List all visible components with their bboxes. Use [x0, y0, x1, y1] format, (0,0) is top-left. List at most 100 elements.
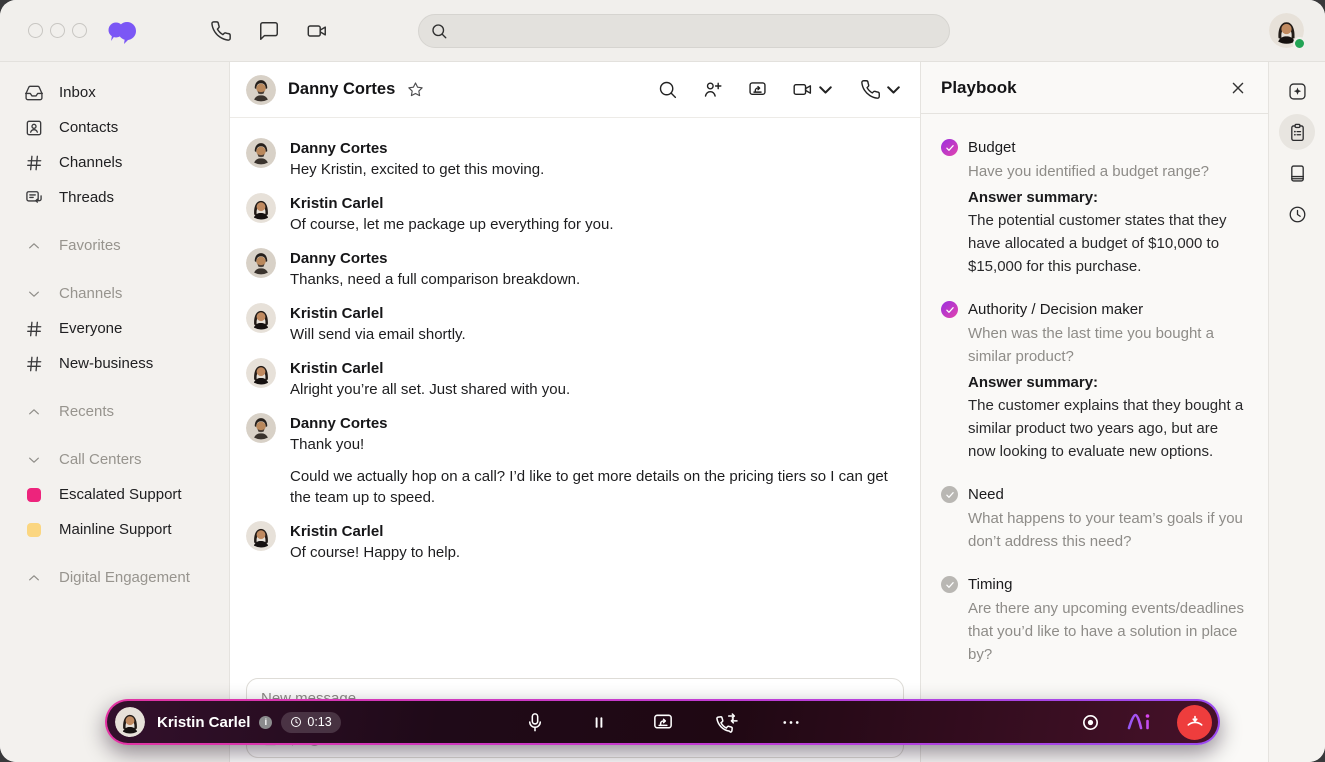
check-circle-icon — [941, 486, 958, 503]
message[interactable]: Danny CortesThanks, need a full comparis… — [246, 248, 904, 290]
call-info-icon[interactable] — [259, 716, 272, 729]
contact-avatar — [246, 75, 276, 105]
message-avatar — [246, 521, 276, 551]
message[interactable]: Danny CortesThank you! Could we actually … — [246, 413, 904, 508]
message-sender: Danny Cortes — [290, 413, 904, 434]
call-participant-name: Kristin Carlel — [157, 714, 250, 731]
sidebar-item-mainline-support[interactable]: Mainline Support — [0, 512, 229, 547]
chevron-down-icon — [26, 452, 42, 468]
message-text: Of course! Happy to help. — [290, 542, 460, 563]
sidebar-section-label: Call Centers — [59, 451, 142, 468]
playbook-item-title: Authority / Decision maker — [968, 299, 1248, 320]
phone-action-icon[interactable] — [860, 79, 904, 100]
phone-transfer-icon[interactable] — [715, 711, 738, 734]
sidebar-item-threads[interactable]: Threads — [0, 180, 229, 215]
playbook-item-need[interactable]: NeedWhat happens to your team’s goals if… — [941, 484, 1248, 553]
playbook-question: When was the last time you bought a simi… — [968, 322, 1248, 368]
sidebar-section-favorites[interactable]: Favorites — [0, 228, 229, 263]
message[interactable]: Kristin CarlelWill send via email shortl… — [246, 303, 904, 345]
message[interactable]: Kristin CarlelAlright you’re all set. Ju… — [246, 358, 904, 400]
window-minimize-button[interactable] — [50, 23, 65, 38]
sidebar-section-digital-engagement[interactable]: Digital Engagement — [0, 560, 229, 595]
sidebar-item-label: New-business — [59, 355, 153, 372]
rail-clock-icon[interactable] — [1279, 196, 1315, 232]
message-avatar — [246, 303, 276, 333]
hash-icon — [24, 153, 44, 173]
search-input[interactable] — [456, 23, 938, 39]
mic-icon[interactable] — [523, 711, 546, 734]
threads-icon — [24, 188, 44, 208]
active-call-bar: Kristin Carlel 0:13 — [105, 699, 1220, 745]
sidebar-item-label: Inbox — [59, 84, 96, 101]
chat-icon[interactable] — [258, 20, 280, 42]
playbook-items: BudgetHave you identified a budget range… — [921, 114, 1268, 687]
sidebar-section-call-centers[interactable]: Call Centers — [0, 442, 229, 477]
answer-summary-text: The potential customer states that they … — [968, 209, 1248, 278]
chevron-down-icon — [26, 286, 42, 302]
sidebar-item-contacts[interactable]: Contacts — [0, 110, 229, 145]
window-controls[interactable] — [28, 23, 87, 38]
sidebar-item-everyone[interactable]: Everyone — [0, 311, 229, 346]
top-bar — [0, 0, 1325, 62]
sidebar-section-label: Recents — [59, 403, 114, 420]
sidebar-item-new-business[interactable]: New-business — [0, 346, 229, 381]
sidebar-item-label: Escalated Support — [59, 486, 182, 503]
phone-icon[interactable] — [210, 20, 232, 42]
message-text: Thanks, need a full comparison breakdown… — [290, 269, 580, 290]
check-circle-icon — [941, 301, 958, 318]
person-add-action-icon[interactable] — [702, 79, 723, 100]
message[interactable]: Kristin CarlelOf course! Happy to help. — [246, 521, 904, 563]
favorite-star-icon[interactable] — [407, 81, 424, 98]
message-sender: Kristin Carlel — [290, 193, 614, 214]
message-text: Thank you! — [290, 434, 904, 455]
message-avatar — [246, 138, 276, 168]
message-avatar — [246, 248, 276, 278]
check-circle-icon — [941, 576, 958, 593]
rail-ai-sparkle-icon[interactable] — [1279, 73, 1315, 109]
message[interactable]: Kristin CarlelOf course, let me package … — [246, 193, 904, 235]
video-icon[interactable] — [306, 20, 328, 42]
sidebar-item-inbox[interactable]: Inbox — [0, 75, 229, 110]
sidebar-item-channels[interactable]: Channels — [0, 145, 229, 180]
sidebar-section-label: Favorites — [59, 237, 121, 254]
sidebar-section-channels[interactable]: Channels — [0, 276, 229, 311]
rail-clipboard-icon[interactable] — [1279, 114, 1315, 150]
message[interactable]: Danny CortesHey Kristin, excited to get … — [246, 138, 904, 180]
message-avatar — [246, 193, 276, 223]
chat-panel: Danny Cortes Danny CortesHey Kristin, ex… — [230, 62, 921, 762]
more-icon[interactable] — [779, 711, 802, 734]
sidebar-item-label: Threads — [59, 189, 114, 206]
check-circle-icon — [941, 139, 958, 156]
presence-dot — [1293, 37, 1306, 50]
screen-share-icon[interactable] — [651, 711, 674, 734]
answer-summary-label: Answer summary: — [968, 371, 1248, 394]
screen-share-action-icon[interactable] — [747, 79, 768, 100]
side-rail — [1269, 62, 1325, 762]
sidebar-section-recents[interactable]: Recents — [0, 394, 229, 429]
playbook-item-budget[interactable]: BudgetHave you identified a budget range… — [941, 137, 1248, 278]
close-icon[interactable] — [1228, 78, 1248, 98]
pause-icon[interactable] — [587, 711, 610, 734]
contacts-icon — [24, 118, 44, 138]
hang-up-button[interactable] — [1177, 705, 1212, 740]
message-text: Could we actually hop on a call? I’d lik… — [290, 466, 904, 508]
message-text: Will send via email shortly. — [290, 324, 466, 345]
ai-logo[interactable] — [1125, 711, 1155, 733]
message-sender: Kristin Carlel — [290, 303, 466, 324]
color-swatch — [27, 488, 41, 502]
sidebar-item-escalated-support[interactable]: Escalated Support — [0, 477, 229, 512]
window-zoom-button[interactable] — [72, 23, 87, 38]
video-action-icon[interactable] — [792, 79, 836, 100]
window-close-button[interactable] — [28, 23, 43, 38]
playbook-item-timing[interactable]: TimingAre there any upcoming events/dead… — [941, 574, 1248, 666]
sidebar-item-label: Everyone — [59, 320, 122, 337]
user-avatar[interactable] — [1269, 13, 1304, 48]
sidebar-section-label: Channels — [59, 285, 122, 302]
record-icon[interactable] — [1080, 712, 1101, 733]
global-search[interactable] — [418, 14, 950, 48]
playbook-item-authority-decision-maker[interactable]: Authority / Decision makerWhen was the l… — [941, 299, 1248, 463]
rail-book-icon[interactable] — [1279, 155, 1315, 191]
search-action-icon[interactable] — [657, 79, 678, 100]
call-controls — [523, 711, 802, 734]
search-icon — [430, 22, 448, 40]
